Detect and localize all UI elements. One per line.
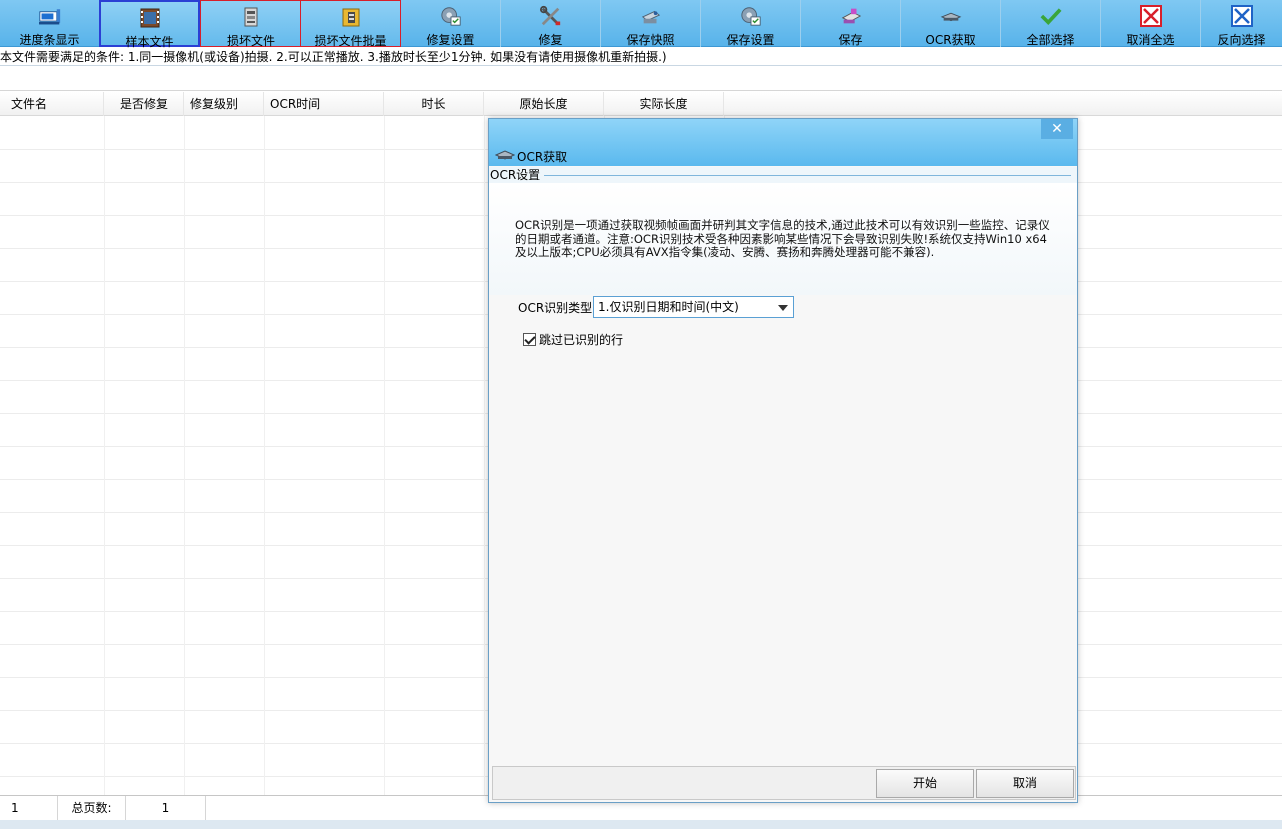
ocr-type-selected-value: 1.仅识别日期和时间(中文) xyxy=(598,300,739,314)
toolbar-label: 损坏文件 xyxy=(226,34,275,48)
dialog-footer: 开始 取消 xyxy=(492,766,1076,800)
save-settings-button[interactable]: 保存设置 xyxy=(701,0,801,47)
toolbar-label: 保存 xyxy=(838,33,863,47)
repair-button[interactable]: 修复 xyxy=(501,0,601,47)
column-header-filename[interactable]: 文件名 xyxy=(0,92,104,116)
column-header-repaired[interactable]: 是否修复 xyxy=(104,92,184,116)
ocr-type-label: OCR识别类型: xyxy=(518,301,597,315)
toolbar-label: 反向选择 xyxy=(1217,33,1266,47)
dialog-title: OCR获取 xyxy=(517,149,568,164)
column-header-duration[interactable]: 时长 xyxy=(384,92,484,116)
invert-selection-icon xyxy=(1230,5,1253,27)
damaged-file-icon xyxy=(240,6,262,28)
repair-settings-icon xyxy=(440,5,462,27)
skip-recognized-row[interactable]: 跳过已识别的行 xyxy=(523,331,623,348)
sample-file-button[interactable]: 样本文件 xyxy=(99,0,200,49)
toolbar-label: 修复 xyxy=(538,33,563,47)
repair-settings-button[interactable]: 修复设置 xyxy=(401,0,501,47)
ocr-scanner-icon xyxy=(940,5,962,27)
ocr-get-button[interactable]: OCR获取 xyxy=(901,0,1001,47)
damaged-batch-icon xyxy=(340,6,362,28)
dialog-close-button[interactable]: ✕ xyxy=(1041,119,1073,139)
description-panel: OCR识别是一项通过获取视频帧画面并研判其文字信息的技术,通过此技术可以有效识别… xyxy=(489,183,1077,295)
ocr-scanner-icon xyxy=(494,149,516,164)
table-header: 文件名 是否修复 修复级别 OCR时间 时长 原始长度 实际长度 xyxy=(0,92,1282,116)
toolbar-label: 全部选择 xyxy=(1026,33,1075,47)
requirements-info-text: 本文件需要满足的条件: 1.同一摄像机(或设备)拍摄. 2.可以正常播放. 3.… xyxy=(0,48,1282,66)
repair-tools-icon xyxy=(539,5,562,27)
save-settings-icon xyxy=(740,5,762,27)
table-column-divider xyxy=(184,116,185,795)
progress-display-icon xyxy=(38,5,61,27)
ocr-description-text: OCR识别是一项通过获取视频帧画面并研判其文字信息的技术,通过此技术可以有效识别… xyxy=(515,218,1050,259)
current-page: 1 xyxy=(0,796,58,821)
cancel-button[interactable]: 取消 xyxy=(976,769,1074,798)
group-divider xyxy=(541,175,1071,176)
damaged-file-button[interactable]: 损坏文件 xyxy=(200,0,301,48)
ocr-type-select[interactable]: 1.仅识别日期和时间(中文) xyxy=(593,296,794,318)
sample-file-icon xyxy=(139,7,161,29)
toolbar: 进度条显示 样本文件 损坏文件 损坏文件批量 修复设置 修复 保存快照 保存设置… xyxy=(0,0,1282,49)
save-snapshot-button[interactable]: 保存快照 xyxy=(601,0,701,47)
bottom-strip xyxy=(0,820,1282,829)
skip-recognized-checkbox[interactable] xyxy=(523,333,536,346)
toolbar-label: 修复设置 xyxy=(426,33,475,47)
skip-recognized-label: 跳过已识别的行 xyxy=(539,333,624,347)
toolbar-label: 保存快照 xyxy=(626,33,675,47)
table-column-divider xyxy=(384,116,385,795)
save-disk-icon xyxy=(840,5,862,27)
select-all-button[interactable]: 全部选择 xyxy=(1001,0,1101,47)
total-pages-value: 1 xyxy=(126,796,206,821)
app-window: 进度条显示 样本文件 损坏文件 损坏文件批量 修复设置 修复 保存快照 保存设置… xyxy=(0,0,1282,829)
invert-selection-button[interactable]: 反向选择 xyxy=(1201,0,1282,47)
dialog-titlebar[interactable]: ✕ OCR获取 xyxy=(489,119,1077,166)
check-all-icon xyxy=(1040,5,1062,27)
dialog-title-row: OCR获取 xyxy=(494,147,568,165)
save-button[interactable]: 保存 xyxy=(801,0,901,47)
column-header-original-length[interactable]: 原始长度 xyxy=(484,92,604,116)
close-icon: ✕ xyxy=(1051,121,1063,137)
deselect-all-icon xyxy=(1139,5,1162,27)
progress-display-button[interactable]: 进度条显示 xyxy=(0,0,100,47)
column-header-repair-level[interactable]: 修复级别 xyxy=(184,92,264,116)
total-pages-label: 总页数: xyxy=(58,796,126,821)
save-snapshot-icon xyxy=(640,5,662,27)
filter-row xyxy=(0,67,1282,91)
column-header-ocr-time[interactable]: OCR时间 xyxy=(264,92,384,116)
start-button[interactable]: 开始 xyxy=(876,769,974,798)
damaged-batch-button[interactable]: 损坏文件批量 xyxy=(300,0,401,48)
ocr-settings-group: OCR设置 xyxy=(489,167,1077,183)
toolbar-label: 进度条显示 xyxy=(19,33,80,47)
table-column-divider xyxy=(104,116,105,795)
table-column-divider xyxy=(264,116,265,795)
toolbar-label: OCR获取 xyxy=(925,33,976,47)
ocr-dialog: ✕ OCR获取 OCR设置 OCR识别是一项通过获取视频帧画面并研判其文字信息的… xyxy=(488,118,1078,803)
ocr-settings-group-label: OCR设置 xyxy=(490,167,545,183)
chevron-down-icon xyxy=(778,305,788,311)
column-header-actual-length[interactable]: 实际长度 xyxy=(604,92,724,116)
table-column-divider xyxy=(484,116,485,795)
deselect-all-button[interactable]: 取消全选 xyxy=(1101,0,1201,47)
toolbar-label: 保存设置 xyxy=(726,33,775,47)
toolbar-label: 损坏文件批量 xyxy=(314,34,387,48)
toolbar-label: 取消全选 xyxy=(1126,33,1175,47)
